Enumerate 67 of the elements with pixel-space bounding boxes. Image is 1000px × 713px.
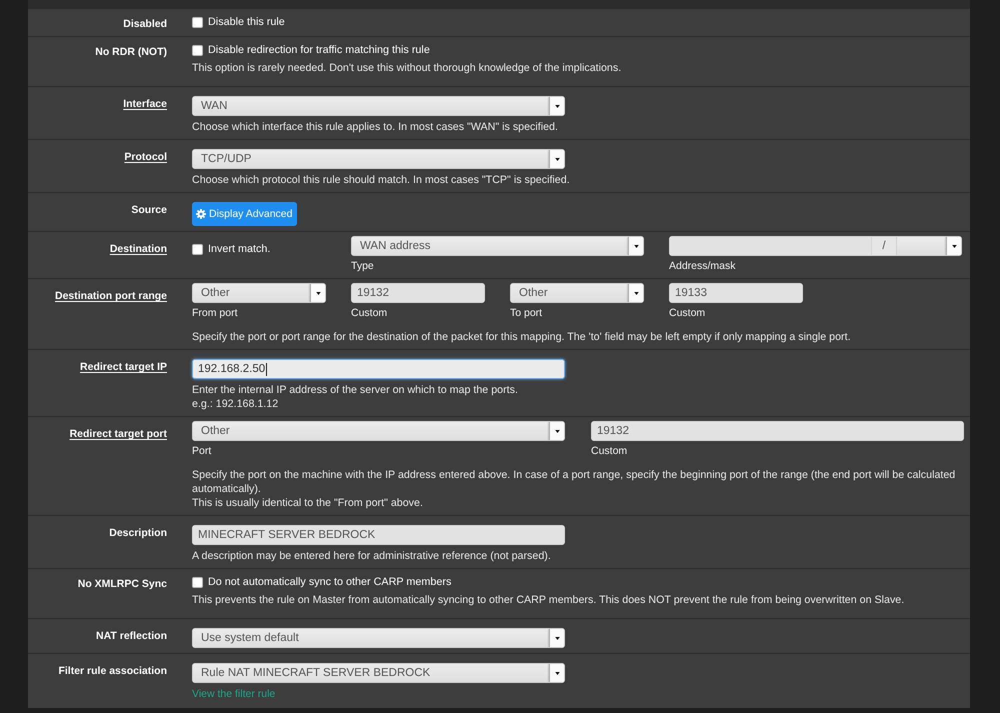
text-field[interactable]: 192.168.2.50 [192,359,565,379]
display-advanced-button[interactable]: Display Advanced [192,202,298,226]
caret-icon [549,629,564,647]
text-field[interactable]: 19132 [591,421,964,441]
field-label: Disabled [123,18,167,30]
field-label: Description [109,527,167,539]
text-cursor-icon [266,362,268,376]
help-text: Specify the port or port range for the destination of the packet for this mapping. The 'to' field may be left empty if only mapping a single port. [192,330,851,344]
checkbox-label[interactable]: Disable this rule [208,16,285,28]
field-label[interactable]: Redirect target IP [80,361,167,373]
dropdown[interactable]: Use system default [192,628,565,648]
field-label[interactable]: Protocol [124,151,167,163]
dropdown[interactable]: TCP/UDP [192,149,565,169]
help-text: Choose which protocol this rule should match. In most cases "TCP" is specified. [192,173,570,187]
field-label[interactable]: Destination [110,243,167,255]
field-label: NAT reflection [96,630,167,642]
help-text: This prevents the rule on Master from automatically syncing to other CARP members. This does NOT prevent the rule from being overwritten on Slave. [192,593,904,607]
help-text: This is usually identical to the "From port" above. [192,496,423,510]
dropdown[interactable]: WAN address [351,236,644,256]
caret-icon [310,284,325,302]
field-caption: Custom [669,306,706,320]
checkbox-label[interactable]: Invert match. [208,243,270,255]
caret-icon [549,97,564,115]
help-text: A description may be entered here for administrative reference (not parsed). [192,549,551,563]
field-label: Filter rule association [58,665,167,677]
field-label[interactable]: Interface [123,98,167,110]
caret-icon [628,284,643,302]
field-caption: From port [192,306,238,320]
field-caption: Custom [591,444,628,458]
checkbox[interactable] [192,44,203,56]
field-label: Source [131,204,167,216]
field-label: No RDR (NOT) [95,46,167,58]
dropdown[interactable]: Rule NAT MINECRAFT SERVER BEDROCK [192,663,565,683]
checkbox[interactable] [192,576,203,588]
help-text: This option is rarely needed. Don't use this without thorough knowledge of the implications. [192,61,622,75]
caret-icon [549,664,564,682]
filter-rule-link[interactable]: View the filter rule [192,687,276,701]
field-caption: To port [510,306,542,320]
help-text: Specify the port on the machine with the IP address entered above. In case of a port range, specify the beginning port of the range (the end port will be calculated automatically). [192,468,956,496]
caret-icon [549,422,564,440]
text-field[interactable] [669,236,872,256]
field-caption: Port [192,444,212,458]
dropdown[interactable]: Other [192,283,326,303]
caret-icon [549,150,564,168]
text-field[interactable]: 19133 [669,283,803,303]
help-text: Choose which interface this rule applies to. In most cases "WAN" is specified. [192,120,558,134]
field-caption: Custom [351,306,388,320]
checkbox-label[interactable]: Disable redirection for traffic matching this rule [208,44,430,56]
checkbox[interactable] [192,16,203,28]
field-label: No XMLRPC Sync [78,578,167,590]
text-field[interactable]: 19132 [351,283,485,303]
caret-icon [628,237,643,255]
text-field[interactable]: MINECRAFT SERVER BEDROCK [192,525,565,545]
dropdown[interactable]: Other [192,421,565,441]
gear-icon [196,209,206,219]
field-label[interactable]: Redirect target port [70,428,167,440]
mask-separator: / [872,236,896,256]
field-caption: Address/mask [669,259,736,273]
checkbox[interactable] [192,244,203,254]
dropdown[interactable]: WAN [192,96,565,116]
field-label[interactable]: Destination port range [54,290,167,302]
help-text: Enter the internal IP address of the server on which to map the ports. [192,383,518,397]
field-caption: Type [351,259,374,273]
caret-icon [946,237,961,255]
help-text: e.g.: 192.168.1.12 [192,397,278,411]
checkbox-label[interactable]: Do not automatically sync to other CARP members [208,576,452,588]
dropdown[interactable]: Other [510,283,644,303]
